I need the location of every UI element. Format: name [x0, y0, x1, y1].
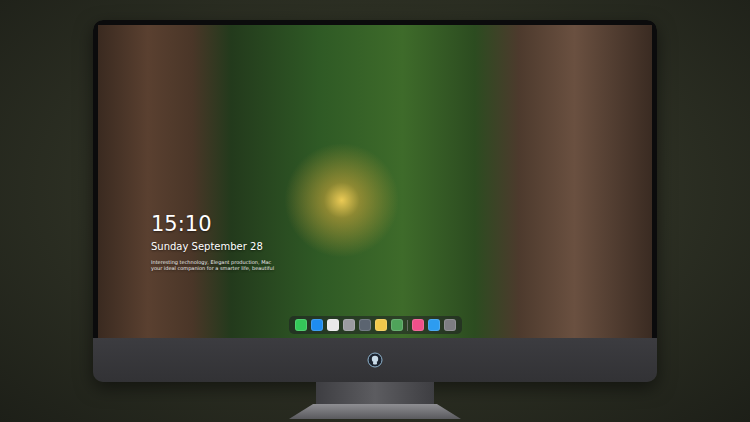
- dock-app-icon[interactable]: [327, 319, 339, 331]
- logo-icon: [367, 352, 383, 368]
- desk-background: 15:10 Sunday September 28 Interesting tech…: [0, 0, 750, 422]
- clock-date: Sunday September 28: [151, 240, 652, 254]
- stand-base: [289, 404, 461, 419]
- tagline: Interesting technology, Elegant producti…: [151, 259, 652, 271]
- monitor-bezel: 15:10 Sunday September 28 Interesting tech…: [93, 20, 657, 338]
- clock-time: 15:10: [151, 211, 652, 237]
- dock-app-icon[interactable]: [343, 319, 355, 331]
- lock-screen[interactable]: 15:10 Sunday September 28 Interesting tech…: [98, 25, 652, 338]
- dock-app-icon[interactable]: [391, 319, 403, 331]
- dock-row: [98, 316, 652, 334]
- dock-separator: [407, 320, 408, 331]
- dock-app-icon[interactable]: [311, 319, 323, 331]
- dock-app-icon[interactable]: [295, 319, 307, 331]
- clock-block: 15:10 Sunday September 28 Interesting tech…: [151, 211, 652, 271]
- dock-app-icon[interactable]: [359, 319, 371, 331]
- dock: [289, 316, 462, 334]
- monitor-chin: [93, 338, 657, 382]
- dock-app-icon[interactable]: [444, 319, 456, 331]
- dock-app-icon[interactable]: [412, 319, 424, 331]
- stand-neck: [316, 382, 434, 404]
- monitor: 15:10 Sunday September 28 Interesting tech…: [93, 20, 657, 382]
- tagline-line: Interesting technology, Elegant producti…: [151, 259, 652, 265]
- dock-app-icon[interactable]: [375, 319, 387, 331]
- tagline-line: your ideal companion for a smarter life,…: [151, 265, 652, 271]
- dock-app-icon[interactable]: [428, 319, 440, 331]
